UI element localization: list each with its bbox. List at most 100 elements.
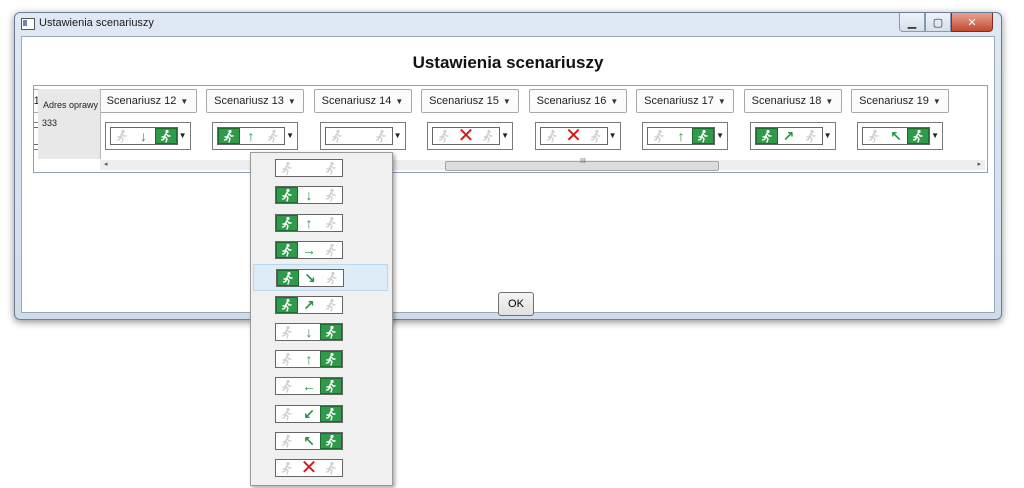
scenario-column-label: Scenariusz 16 [536,95,607,107]
running-man-right-off-icon [320,187,342,204]
chevron-down-icon: ▼ [610,96,619,106]
arrow-right-icon: → [302,241,316,258]
chevron-down-icon[interactable]: ▼ [286,131,294,140]
scenario-combo-box[interactable]: ✕ ▼ [427,122,513,150]
running-man-right-on-icon [692,128,714,144]
arrow-up-icon: ↑ [247,128,255,144]
scenario-column-header[interactable]: Scenariusz 17 ▼ [636,89,734,113]
scenario-combo-box[interactable]: ↑ ▼ [212,122,298,150]
running-man-right-off-icon [320,460,342,477]
scenario-exit-sign: ↑ [217,127,285,145]
cross-icon: ✕ [457,127,475,145]
option-exit-sign: ↖ [275,432,343,450]
option-exit-sign: → [275,240,343,259]
scenario-column-label: Scenariusz 12 [106,95,177,107]
dropdown-option[interactable] [253,155,388,182]
chevron-down-icon[interactable]: ▼ [179,131,187,140]
dropdown-option[interactable]: ↑ [253,346,388,373]
running-man-left-on-icon [218,128,240,144]
ok-button[interactable]: OK [498,292,534,316]
scenario-column-header[interactable]: Scenariusz 14 ▼ [313,89,412,113]
running-man-right-on-icon [154,128,177,144]
arrow-down-icon: ↓ [305,323,313,340]
running-man-right-on-icon [907,128,929,144]
empty-arrow-slot [348,128,370,144]
chevron-down-icon[interactable]: ▼ [824,131,832,140]
scenario-combo-box[interactable]: ↑ ▼ [642,122,728,150]
scenario-column-label: Scenariusz 14 [321,95,392,107]
close-button[interactable]: ✕ [951,13,993,32]
dropdown-option[interactable]: ↖ [253,428,388,455]
scenario-column-label: Scenariusz 19 [859,95,929,107]
option-exit-sign: ✕ [275,459,343,478]
dropdown-option[interactable]: ↗ [253,292,388,319]
scenario-column-header[interactable]: Scenariusz 16 ▼ [528,89,627,113]
running-man-left-on-icon [276,187,298,204]
scenario-column-label: Scenariusz 18 [751,95,822,107]
title-bar[interactable]: Ustawienia scenariuszy ▁ ▢ ✕ [15,13,1001,35]
scenario-column-header[interactable]: Scenariusz 18 ▼ [743,89,842,113]
running-man-left-off-icon [648,128,670,144]
arrow-up-icon: ↑ [677,128,685,144]
arrow-up-right-icon: ↗ [782,128,795,144]
arrow-down-right-icon: ↘ [304,270,316,287]
chevron-down-icon: ▼ [287,96,296,106]
dropdown-option[interactable]: → [253,237,388,264]
scenario-combo-box[interactable]: ↓ ▼ [104,122,191,150]
running-man-right-off-icon [321,270,343,287]
chevron-down-icon: ▼ [825,96,834,106]
scroll-right-icon[interactable]: ▸ [977,160,981,168]
scenario-combo-box[interactable]: ✕ ▼ [534,122,621,150]
scenario-column-label: Scenariusz 15 [429,95,499,107]
scenario-column-header[interactable]: Scenariusz 15 ▼ [421,89,519,113]
window-title: Ustawienia scenariuszy [39,17,154,29]
chevron-down-icon[interactable]: ▼ [501,131,509,140]
arrow-up-icon: ↑ [305,214,313,231]
scenario-combo-box[interactable]: ↖ ▼ [857,122,943,150]
dropdown-option[interactable]: ↙ [253,401,388,428]
dropdown-option[interactable]: ← [253,373,388,400]
address-value: 333 [42,118,58,128]
option-exit-sign: ↑ [275,350,343,369]
arrow-up-left-icon: ↖ [890,128,902,144]
chevron-down-icon[interactable]: ▼ [609,131,617,140]
running-man-right-off-icon [799,128,822,144]
scrollbar-grip: III [580,158,586,165]
running-man-left-on-icon [755,128,778,144]
scenario-column-header[interactable]: Scenariusz 12 ▼ [98,89,197,113]
dropdown-option[interactable]: ↓ [253,182,388,209]
arrow-left-icon: ← [302,378,316,395]
dropdown-option[interactable]: ↘ [253,264,388,292]
scenario-column-header[interactable]: Scenariusz 19 ▼ [851,89,949,113]
maximize-button[interactable]: ▢ [925,13,951,32]
running-man-right-on-icon [320,378,342,395]
running-man-right-on-icon [320,323,342,340]
chevron-down-icon[interactable]: ▼ [394,131,402,140]
minimize-button[interactable]: ▁ [899,13,925,32]
running-man-left-on-icon [277,270,299,287]
minimize-icon: ▁ [907,16,917,29]
horizontal-scrollbar[interactable]: ◂ III ▸ [100,158,985,171]
arrow-up-right-icon: ↗ [303,296,315,313]
chevron-down-icon: ▼ [502,96,511,106]
option-exit-sign: ↑ [275,213,343,232]
dropdown-option[interactable]: ↑ [253,210,388,237]
scroll-left-icon[interactable]: ◂ [104,160,108,168]
cross-icon: ✕ [565,127,582,145]
scenario-combo-box[interactable]: ↗ ▼ [749,122,836,150]
running-man-left-on-icon [276,214,298,231]
scenario-exit-sign: ↑ [647,127,715,145]
running-man-left-off-icon [276,351,298,368]
dropdown-option[interactable]: ✕ [253,455,388,482]
scenario-combo-box[interactable]: ▼ [319,122,406,150]
scenario-grid: 11▼▼Scenariusz 12▼↓▼Scenariusz 13▼↑▼Scen… [33,85,988,173]
chevron-down-icon[interactable]: ▼ [716,131,724,140]
scenario-column-header[interactable]: Scenariusz 13 ▼ [206,89,304,113]
arrow-down-icon: ↓ [305,187,313,204]
option-exit-sign: ↗ [275,295,343,314]
option-exit-sign: ↙ [275,404,343,423]
maximize-icon: ▢ [932,16,944,29]
chevron-down-icon[interactable]: ▼ [931,131,939,140]
address-column: Adres oprawy 333 [38,89,101,159]
dropdown-option[interactable]: ↓ [253,319,388,346]
